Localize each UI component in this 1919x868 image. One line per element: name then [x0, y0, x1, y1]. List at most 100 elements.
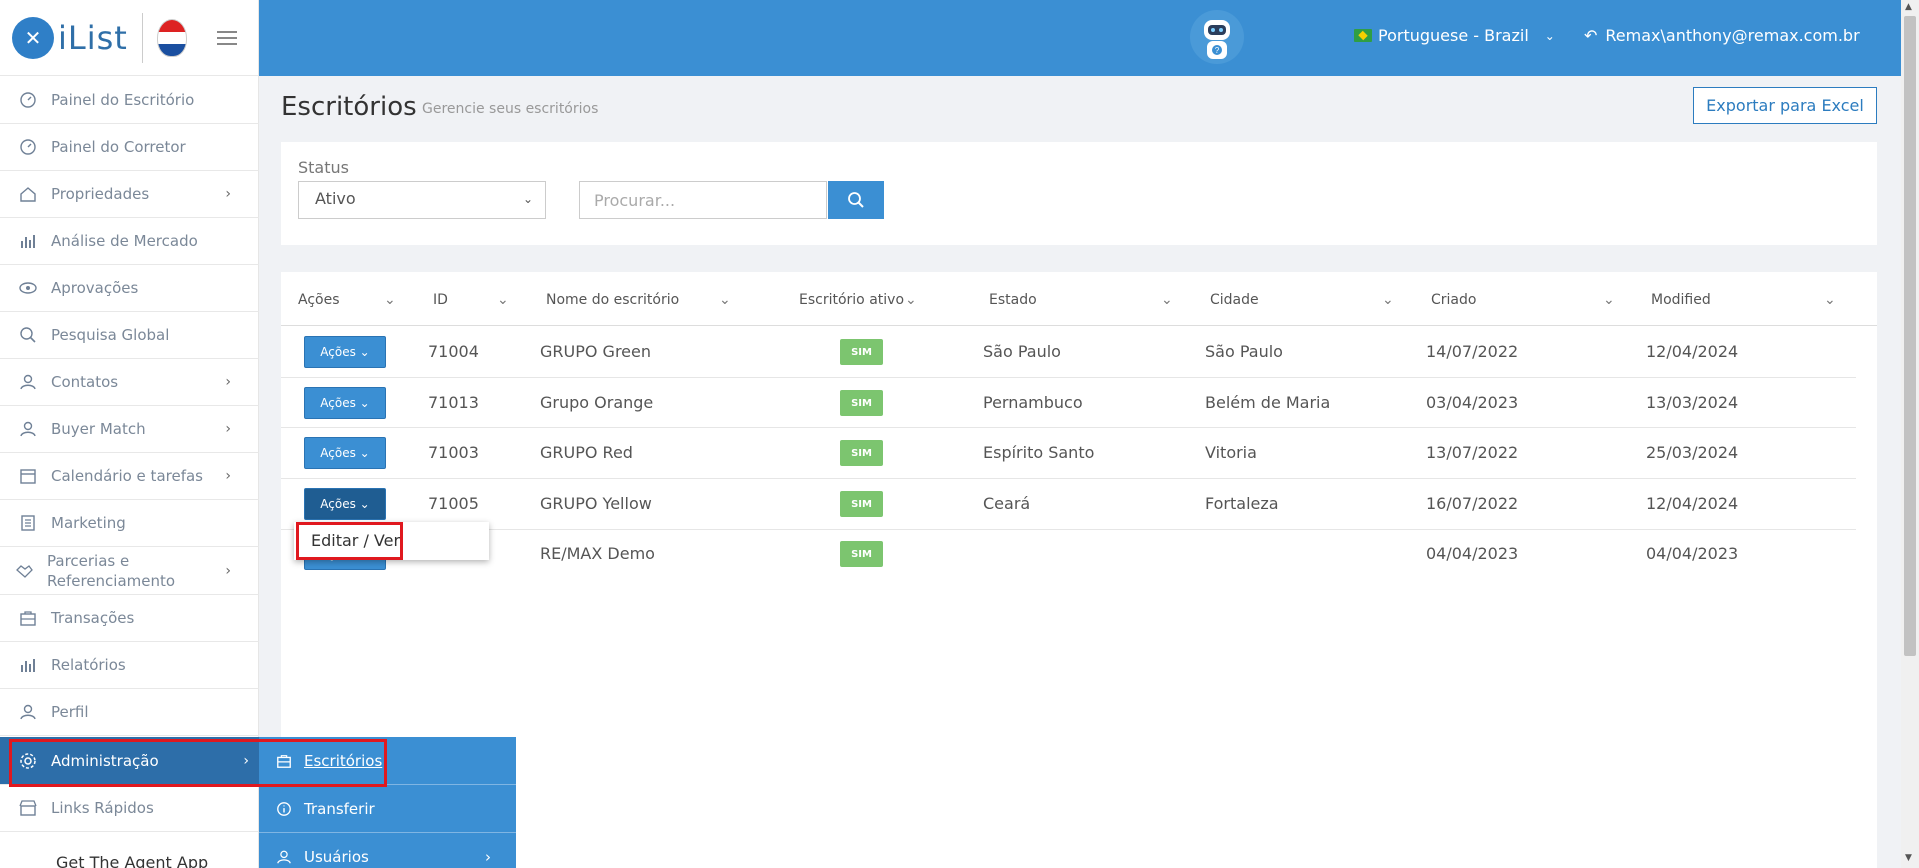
status-badge: SIM	[840, 390, 883, 416]
row-actions-button[interactable]: Ações ⌄	[304, 437, 386, 469]
column-header-nome[interactable]: Nome do escritório	[546, 292, 679, 308]
handshake-icon	[14, 561, 34, 581]
page-subtitle: Gerencie seus escritórios	[422, 101, 599, 117]
remax-balloon-logo	[156, 18, 187, 57]
chevron-down-icon[interactable]: ⌄	[1824, 292, 1836, 308]
cell-id: 71013	[428, 393, 479, 412]
column-header-id[interactable]: ID	[433, 292, 448, 308]
sidebar-item-contatos[interactable]: Contatos ›	[0, 359, 259, 406]
column-header-criado[interactable]: Criado	[1431, 292, 1476, 308]
svg-text:?: ?	[1215, 46, 1220, 55]
sidebar-item-propriedades[interactable]: Propriedades ›	[0, 171, 259, 218]
chevron-down-icon[interactable]: ⌄	[384, 292, 396, 308]
hamburger-menu-icon[interactable]	[216, 27, 237, 49]
cell-created: 14/07/2022	[1426, 342, 1519, 361]
user-icon	[18, 419, 38, 439]
scroll-thumb[interactable]	[1904, 16, 1916, 656]
chevron-down-icon[interactable]: ⌄	[1603, 292, 1615, 308]
robot-assistant-icon[interactable]: ?	[1188, 8, 1246, 66]
chevron-down-icon[interactable]: ⌄	[719, 292, 731, 308]
cell-city: São Paulo	[1205, 342, 1283, 361]
page-title: Escritórios	[281, 92, 417, 122]
cell-name: GRUPO Yellow	[540, 494, 652, 513]
row-divider	[281, 529, 1856, 530]
info-icon	[276, 801, 294, 817]
page-scrollbar[interactable]: ▲ ▼	[1901, 0, 1919, 868]
chevron-down-icon: ⌄	[522, 192, 533, 206]
get-app-link[interactable]: Get The Agent App	[56, 853, 208, 868]
cell-created: 16/07/2022	[1426, 494, 1519, 513]
chevron-down-icon: ⌄	[1544, 28, 1555, 43]
row-actions-button[interactable]: Ações ⌄	[304, 336, 386, 368]
sidebar-item-calendario[interactable]: Calendário e tarefas ›	[0, 453, 259, 500]
cell-modified: 04/04/2023	[1646, 544, 1739, 563]
submenu-item-usuarios[interactable]: Usuários ›	[259, 833, 516, 868]
sidebar-item-label: Calendário e tarefas	[51, 467, 203, 485]
ilist-logo-icon: ✕	[12, 16, 54, 59]
scroll-down-icon[interactable]: ▼	[1905, 853, 1912, 863]
sidebar-item-relatorios[interactable]: Relatórios	[0, 642, 259, 689]
sidebar-item-aprovacoes[interactable]: Aprovações	[0, 265, 259, 312]
cell-name: RE/MAX Demo	[540, 544, 655, 563]
calendar-icon	[18, 466, 38, 486]
sidebar-item-pesquisa-global[interactable]: Pesquisa Global	[0, 312, 259, 359]
sidebar-item-transacoes[interactable]: Transações	[0, 595, 259, 642]
sidebar-item-buyer-match[interactable]: Buyer Match ›	[0, 406, 259, 453]
user-menu[interactable]: ↶ Remax\anthony@remax.com.br	[1584, 26, 1860, 45]
column-header-acoes[interactable]: Ações	[298, 292, 340, 308]
status-badge: SIM	[840, 339, 883, 365]
language-label: Portuguese - Brazil	[1378, 26, 1529, 45]
status-select[interactable]: Ativo ⌄	[298, 181, 546, 219]
sidebar-item-marketing[interactable]: Marketing	[0, 500, 259, 547]
submenu-item-transferir[interactable]: Transferir	[259, 785, 516, 833]
sidebar-item-links-rapidos[interactable]: Links Rápidos	[0, 785, 259, 832]
export-excel-button[interactable]: Exportar para Excel	[1693, 87, 1877, 124]
language-selector[interactable]: Portuguese - Brazil ⌄	[1354, 26, 1555, 45]
sidebar-item-label: Análise de Mercado	[51, 232, 198, 250]
sidebar-item-label: Propriedades	[51, 185, 150, 203]
user-icon	[18, 702, 38, 722]
status-badge: SIM	[840, 491, 883, 517]
row-actions-button[interactable]: Ações ⌄	[304, 488, 386, 520]
top-header: ? Portuguese - Brazil ⌄ ↶ Remax\anthony@…	[259, 0, 1901, 76]
row-divider	[281, 427, 1856, 428]
sidebar-item-painel-escritorio[interactable]: Painel do Escritório	[0, 77, 259, 124]
search-icon	[18, 325, 38, 345]
cell-state: Espírito Santo	[983, 443, 1095, 462]
chevron-right-icon: ›	[225, 374, 231, 390]
sidebar: ✕ iList Painel do Escritório Painel do C…	[0, 0, 259, 868]
logout-arrow-icon: ↶	[1584, 26, 1598, 45]
sidebar-item-analise-mercado[interactable]: Análise de Mercado	[0, 218, 259, 265]
home-icon	[18, 184, 38, 204]
chevron-down-icon[interactable]: ⌄	[905, 292, 917, 308]
cell-created: 03/04/2023	[1426, 393, 1519, 412]
chevron-down-icon[interactable]: ⌄	[497, 292, 509, 308]
chevron-right-icon: ›	[225, 186, 231, 202]
sidebar-item-label: Aprovações	[51, 279, 139, 297]
user-label: Remax\anthony@remax.com.br	[1605, 26, 1860, 45]
logo-divider	[141, 12, 143, 63]
chevron-right-icon: ›	[485, 847, 491, 866]
briefcase-icon	[18, 608, 38, 628]
cell-id: 71004	[428, 342, 479, 361]
search-button[interactable]	[828, 181, 884, 219]
sidebar-item-perfil[interactable]: Perfil	[0, 689, 259, 736]
chevron-right-icon: ›	[225, 468, 231, 484]
chevron-down-icon[interactable]: ⌄	[1161, 292, 1173, 308]
chevron-down-icon[interactable]: ⌄	[1382, 292, 1394, 308]
cell-id: 71005	[428, 494, 479, 513]
row-divider	[281, 478, 1856, 479]
cell-modified: 25/03/2024	[1646, 443, 1739, 462]
row-actions-button[interactable]: Ações ⌄	[304, 387, 386, 419]
column-header-ativo[interactable]: Escritório ativo	[799, 292, 904, 308]
search-input[interactable]: Procurar...	[579, 181, 827, 219]
sidebar-item-parcerias[interactable]: Parcerias e Referenciamento ›	[0, 547, 259, 595]
sidebar-item-label: Painel do Corretor	[51, 138, 186, 156]
column-header-estado[interactable]: Estado	[989, 292, 1037, 308]
cell-city: Vitoria	[1205, 443, 1257, 462]
column-header-modified[interactable]: Modified	[1651, 292, 1711, 308]
column-header-cidade[interactable]: Cidade	[1210, 292, 1259, 308]
sidebar-item-label: Parcerias e Referenciamento	[47, 551, 176, 590]
sidebar-item-painel-corretor[interactable]: Painel do Corretor	[0, 124, 259, 171]
scroll-up-icon[interactable]: ▲	[1905, 2, 1912, 12]
